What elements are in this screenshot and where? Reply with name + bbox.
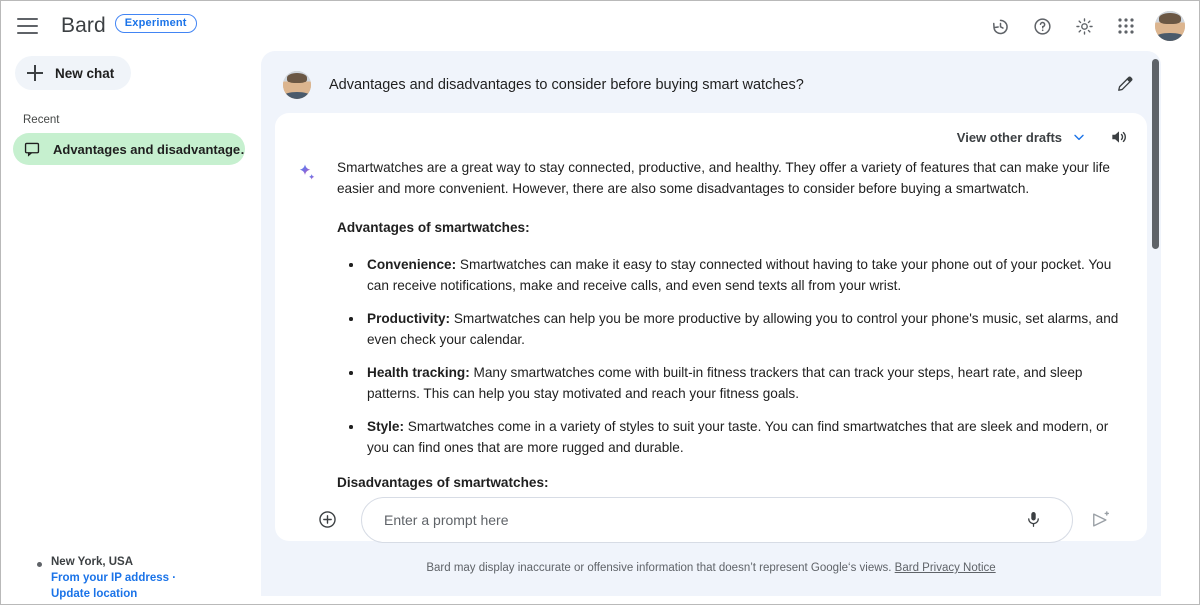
list-item-term: Health tracking: bbox=[367, 365, 470, 380]
sidebar-item-chat[interactable]: Advantages and disadvantage… bbox=[13, 133, 245, 165]
user-prompt-text: Advantages and disadvantages to consider… bbox=[329, 77, 804, 93]
response-body: Smartwatches are a great way to stay con… bbox=[297, 157, 1127, 519]
prompt-input[interactable] bbox=[384, 499, 1024, 541]
avatar[interactable] bbox=[1155, 11, 1185, 41]
list-item-term: Style: bbox=[367, 419, 404, 434]
sidebar: New chat Recent Advantages and disadvant… bbox=[1, 51, 257, 605]
recent-section-label: Recent bbox=[23, 114, 257, 126]
advantages-list: Convenience: Smartwatches can make it ea… bbox=[337, 254, 1127, 458]
experiment-badge: Experiment bbox=[115, 14, 197, 33]
response-intro: Smartwatches are a great way to stay con… bbox=[337, 157, 1127, 199]
settings-gear-icon[interactable] bbox=[1071, 13, 1097, 39]
prompt-input-wrap[interactable] bbox=[361, 497, 1073, 543]
chat-panel: Advantages and disadvantages to consider… bbox=[261, 51, 1161, 596]
update-location-link[interactable]: Update location bbox=[51, 588, 137, 600]
help-icon[interactable] bbox=[1029, 13, 1055, 39]
hamburger-menu-icon[interactable] bbox=[17, 12, 45, 40]
response-text: Smartwatches are a great way to stay con… bbox=[337, 157, 1127, 493]
user-avatar bbox=[283, 71, 311, 99]
list-item: Health tracking: Many smartwatches come … bbox=[337, 362, 1127, 404]
edit-pencil-icon[interactable] bbox=[1115, 74, 1137, 96]
topbar-actions bbox=[987, 11, 1185, 41]
response-card-header: View other drafts bbox=[957, 127, 1129, 147]
chat-bubble-icon bbox=[23, 140, 41, 158]
plus-icon bbox=[27, 65, 43, 81]
advantages-heading: Advantages of smartwatches: bbox=[337, 217, 1127, 238]
page-title: Bard bbox=[61, 14, 106, 38]
location-links: From your IP address · Update location bbox=[51, 570, 211, 602]
view-other-drafts-button[interactable]: View other drafts bbox=[957, 129, 1087, 145]
new-chat-label: New chat bbox=[55, 66, 114, 81]
disclaimer-text: Bard may display inaccurate or offensive… bbox=[426, 562, 891, 574]
list-item: Style: Smartwatches come in a variety of… bbox=[337, 416, 1127, 458]
list-item-text: Smartwatches come in a variety of styles… bbox=[367, 419, 1108, 455]
send-sparkle-icon[interactable] bbox=[1089, 509, 1111, 531]
speaker-volume-icon[interactable] bbox=[1109, 127, 1129, 147]
chevron-down-icon bbox=[1071, 129, 1087, 145]
list-item-term: Productivity: bbox=[367, 311, 450, 326]
list-item-text: Smartwatches can make it easy to stay co… bbox=[367, 257, 1111, 293]
bard-sparkle-icon bbox=[297, 163, 317, 183]
list-item: Convenience: Smartwatches can make it ea… bbox=[337, 254, 1127, 296]
history-icon[interactable] bbox=[987, 13, 1013, 39]
location-dot-icon bbox=[37, 562, 42, 567]
top-bar: Bard Experiment bbox=[1, 1, 1200, 51]
microphone-icon[interactable] bbox=[1024, 510, 1044, 530]
plus-circle-icon[interactable] bbox=[317, 509, 339, 531]
location-block: New York, USA From your IP address · Upd… bbox=[37, 556, 247, 602]
ip-address-link[interactable]: From your IP address bbox=[51, 572, 169, 584]
location-city: New York, USA bbox=[51, 556, 133, 568]
list-item-text: Many smartwatches come with built-in fit… bbox=[367, 365, 1082, 401]
composer bbox=[261, 490, 1161, 550]
apps-grid-icon[interactable] bbox=[1113, 13, 1139, 39]
scrollbar-track[interactable] bbox=[1150, 51, 1159, 596]
link-separator: · bbox=[172, 572, 176, 584]
view-other-drafts-label: View other drafts bbox=[957, 130, 1062, 145]
list-item-term: Convenience: bbox=[367, 257, 456, 272]
list-item: Productivity: Smartwatches can help you … bbox=[337, 308, 1127, 350]
new-chat-button[interactable]: New chat bbox=[15, 56, 131, 90]
privacy-notice-link[interactable]: Bard Privacy Notice bbox=[895, 562, 996, 574]
sidebar-item-label: Advantages and disadvantage… bbox=[53, 142, 245, 157]
response-card: View other drafts bbox=[275, 113, 1147, 541]
list-item-text: Smartwatches can help you be more produc… bbox=[367, 311, 1118, 347]
scrollbar-thumb[interactable] bbox=[1152, 59, 1159, 249]
disclaimer: Bard may display inaccurate or offensive… bbox=[261, 562, 1161, 574]
bard-app-window: Bard Experiment bbox=[0, 0, 1200, 605]
user-prompt-row: Advantages and disadvantages to consider… bbox=[261, 59, 1161, 111]
